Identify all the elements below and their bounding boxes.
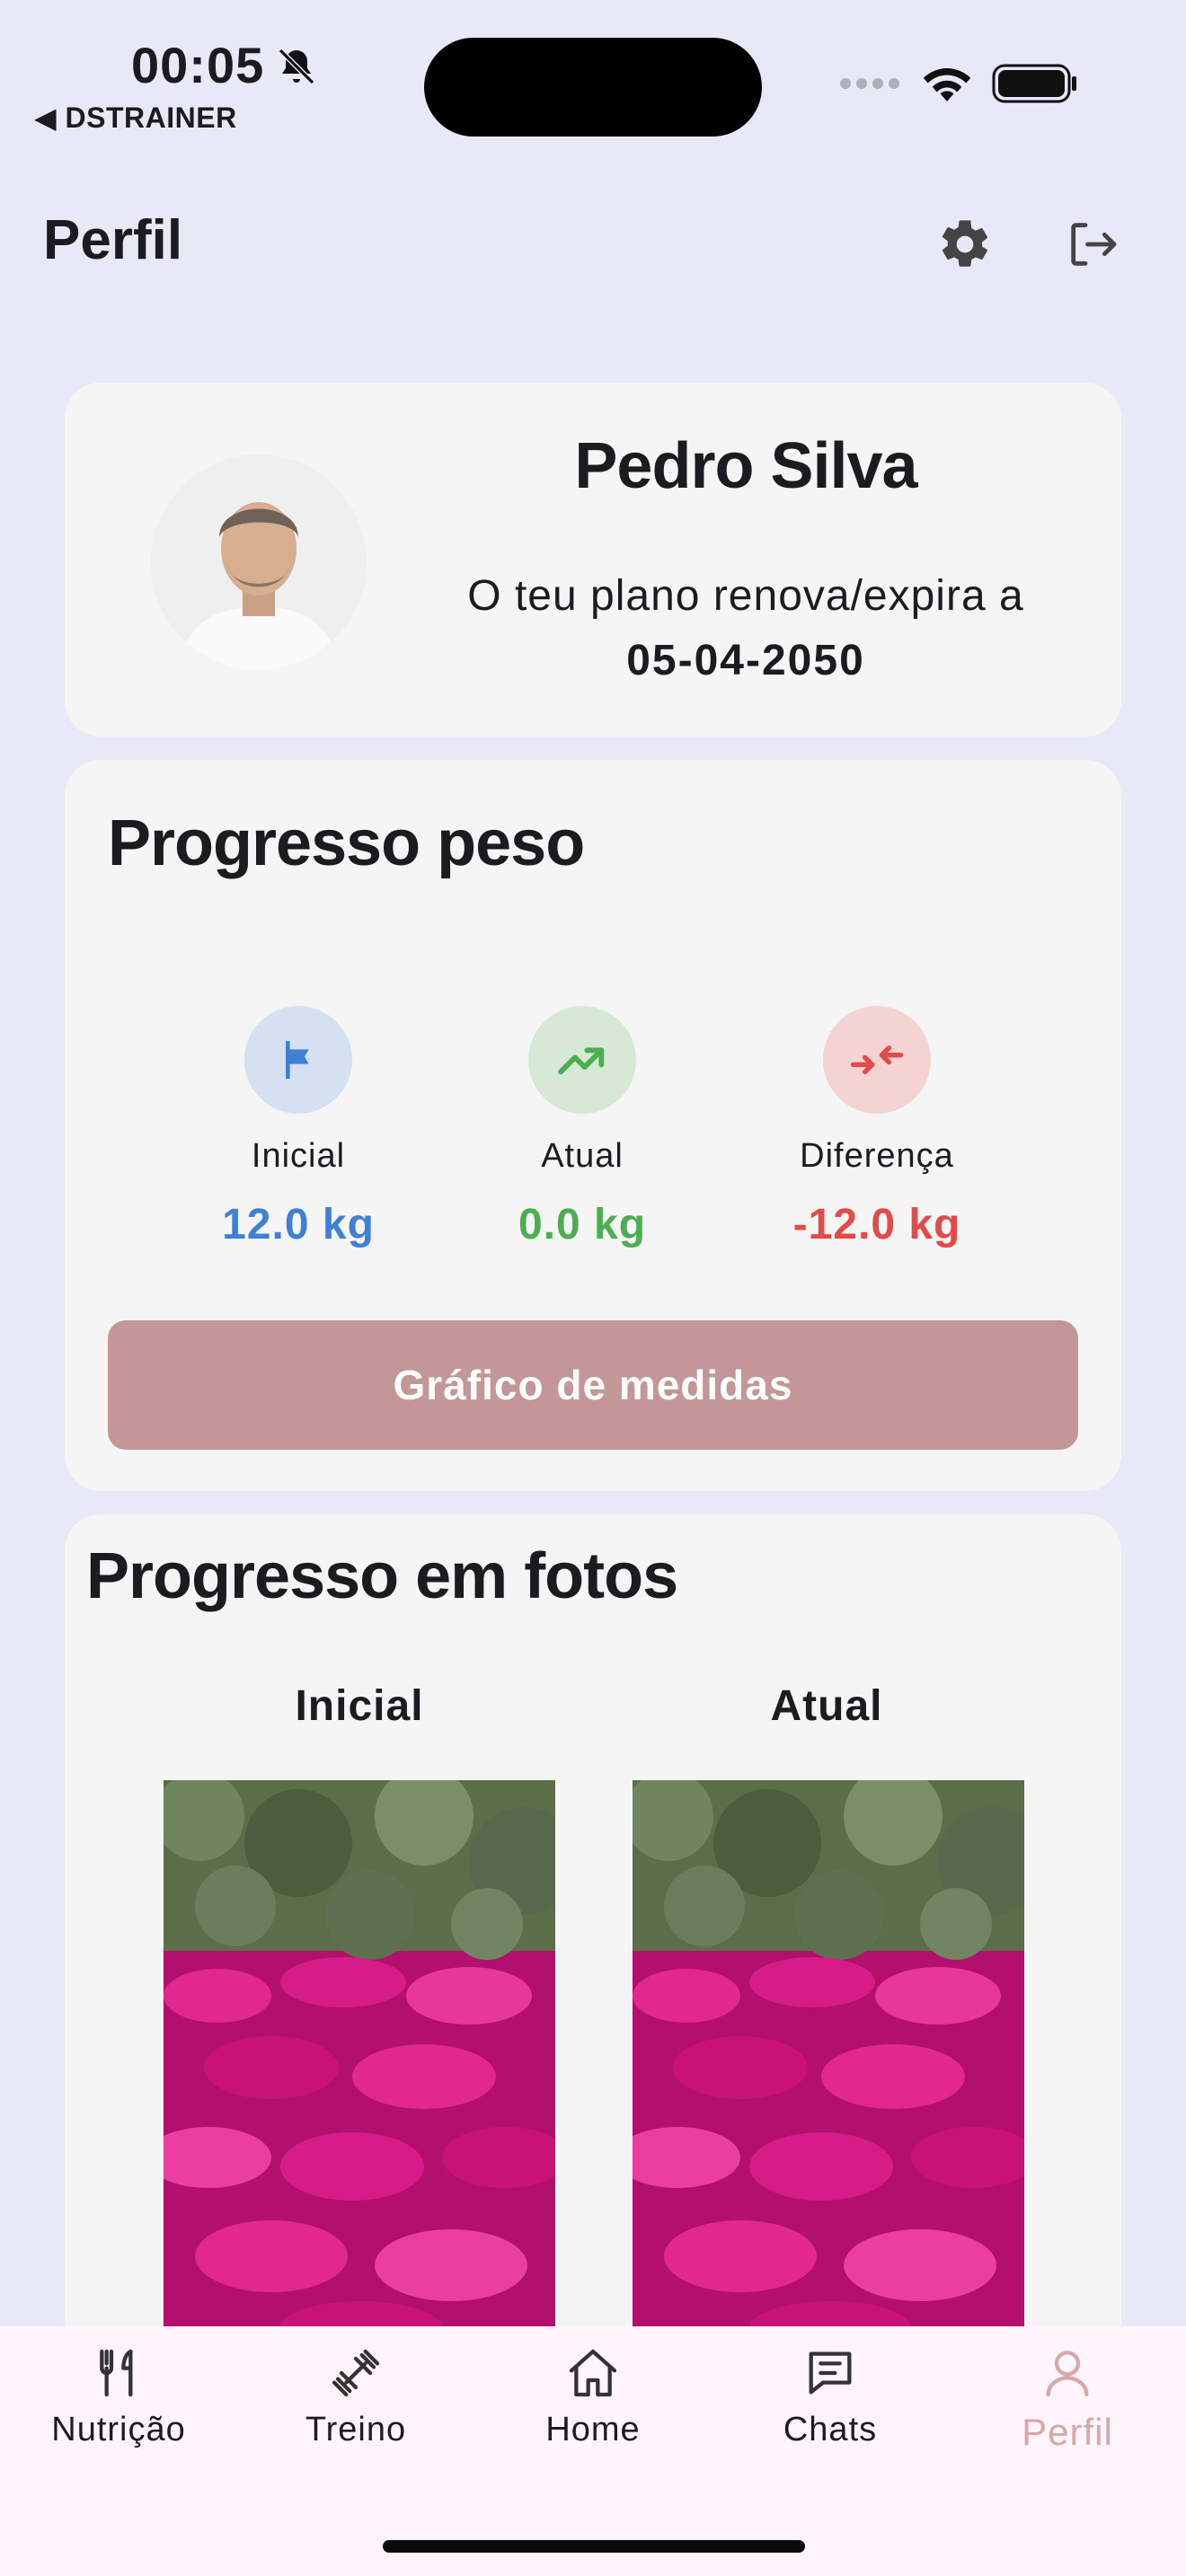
- nav-label: Perfil: [1022, 2411, 1113, 2453]
- flag-icon: [286, 1041, 309, 1079]
- nav-item-nutricao[interactable]: Nutrição: [11, 2344, 226, 2449]
- nav-label: Chats: [783, 2411, 878, 2448]
- nav-item-perfil[interactable]: Perfil: [960, 2344, 1175, 2454]
- photo-initial[interactable]: [164, 1780, 555, 2337]
- trending-up-icon: [558, 1047, 605, 1075]
- photo-current[interactable]: [633, 1780, 1024, 2337]
- photo-current-label: Atual: [770, 1682, 883, 1730]
- nav-label: Nutrição: [51, 2411, 186, 2448]
- battery-icon: [992, 64, 1076, 103]
- measurements-chart-button[interactable]: Gráfico de medidas: [108, 1320, 1078, 1450]
- gear-icon[interactable]: [933, 212, 997, 277]
- logout-icon[interactable]: [1060, 212, 1125, 277]
- chat-icon: [809, 2351, 852, 2395]
- nav-label: Treino: [305, 2411, 407, 2448]
- page-title: Perfil: [43, 209, 183, 271]
- bell-muted-icon: [275, 45, 318, 93]
- photo-progress-title: Progresso em fotos: [86, 1540, 678, 1612]
- home-indicator[interactable]: [383, 2540, 805, 2553]
- compare-arrows-icon: [850, 1045, 904, 1074]
- weight-progress-title: Progresso peso: [108, 807, 585, 879]
- fork-knife-icon: [100, 2349, 133, 2397]
- stat-initial-label: Inicial: [251, 1137, 346, 1175]
- stat-current-label: Atual: [541, 1137, 624, 1175]
- plan-renewal-text: O teu plano renova/expira a: [467, 572, 1024, 620]
- nav-item-home[interactable]: Home: [485, 2344, 701, 2449]
- status-time: 00:05: [131, 37, 265, 93]
- stat-initial-value: 12.0 kg: [222, 1201, 375, 1248]
- stat-current-value: 0.0 kg: [518, 1201, 647, 1248]
- person-icon: [1046, 2351, 1089, 2397]
- dumbbell-icon: [332, 2349, 380, 2397]
- home-icon: [569, 2349, 617, 2397]
- stat-initial-badge: [244, 1006, 352, 1114]
- profile-name: Pedro Silva: [574, 430, 917, 502]
- nav-item-treino[interactable]: Treino: [248, 2344, 464, 2449]
- plan-renewal-date: 05-04-2050: [626, 637, 865, 684]
- cellular-signal-icon: [840, 78, 899, 89]
- stat-current-badge: [528, 1006, 636, 1114]
- status-icons: [839, 63, 1078, 104]
- nav-item-chats[interactable]: Chats: [722, 2344, 938, 2449]
- avatar[interactable]: [151, 454, 367, 670]
- nav-label: Home: [545, 2411, 641, 2448]
- back-to-app-link[interactable]: ◀ DSTRAINER: [34, 101, 237, 135]
- wifi-icon: [923, 68, 971, 101]
- dynamic-island: [424, 38, 762, 137]
- stat-difference-value: -12.0 kg: [792, 1201, 961, 1248]
- photo-initial-label: Inicial: [295, 1682, 424, 1730]
- stat-difference-label: Diferença: [800, 1137, 954, 1175]
- stat-difference-badge: [823, 1006, 931, 1114]
